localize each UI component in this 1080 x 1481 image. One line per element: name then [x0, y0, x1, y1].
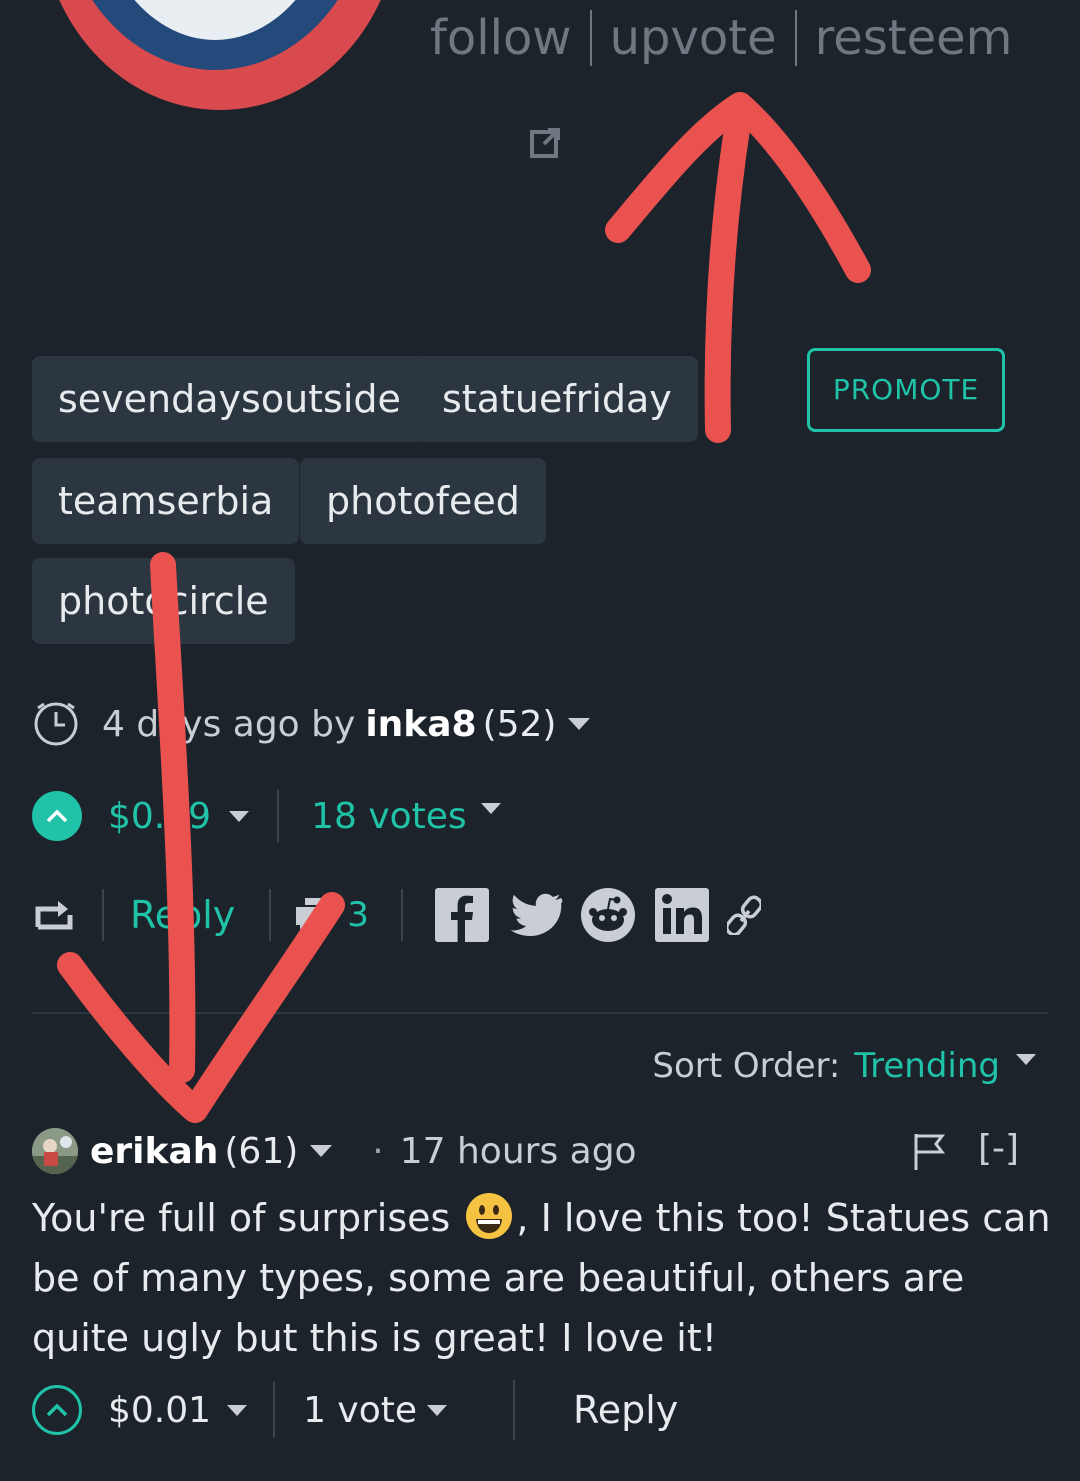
separator-dot: · [372, 1130, 384, 1172]
divider [269, 889, 272, 941]
grinning-emoji-icon [466, 1193, 513, 1239]
copy-link-icon[interactable] [726, 895, 761, 935]
link-separator [589, 10, 592, 66]
section-divider [32, 1012, 1048, 1014]
comment-author[interactable]: erikah [90, 1131, 218, 1172]
comment-body: You're full of surprises , I love this t… [32, 1188, 1052, 1368]
comment-author-dropdown-icon[interactable] [310, 1145, 333, 1157]
comment-payout-dropdown-icon[interactable] [227, 1404, 248, 1416]
author-dropdown-icon[interactable] [568, 718, 591, 730]
post-meta: 4 days ago by inka8 (52) [32, 700, 591, 748]
linkedin-share-icon[interactable] [654, 888, 709, 942]
comment-time: 17 hours ago [399, 1130, 637, 1172]
post-time: 4 days ago by [102, 703, 356, 745]
facebook-share-icon[interactable] [434, 888, 489, 942]
flag-icon[interactable] [912, 1132, 946, 1172]
chevron-up-icon [46, 809, 68, 823]
post-reply-link[interactable]: Reply [130, 893, 235, 937]
collapse-comment-button[interactable]: [-] [978, 1128, 1019, 1169]
tag-photofeed[interactable]: photofeed [300, 458, 546, 544]
post-payout-amount[interactable]: $0.09 [108, 796, 211, 837]
twitter-share-icon[interactable] [509, 892, 563, 938]
comments-icon[interactable] [291, 894, 339, 936]
comment-votes-dropdown-icon[interactable] [427, 1404, 448, 1416]
author-reputation: (52) [482, 703, 557, 745]
sort-dropdown-icon[interactable] [1016, 1053, 1036, 1065]
tag-sevendaysoutside[interactable]: sevendaysoutside [32, 356, 427, 442]
divider [102, 889, 104, 941]
post-top-links: follow upvote resteem [430, 10, 1012, 66]
sort-order-value[interactable]: Trending [854, 1046, 1000, 1086]
divider [273, 1382, 276, 1438]
comments-count[interactable]: 3 [347, 895, 369, 935]
post-votes-count[interactable]: 18 votes [311, 796, 467, 837]
comment-footer: $0.01 1 vote Reply [32, 1380, 678, 1440]
tag-photocircle[interactable]: photocircle [32, 558, 295, 644]
post-author[interactable]: inka8 [365, 704, 476, 745]
resteem-link[interactable]: resteem [815, 10, 1013, 66]
divider [513, 1380, 516, 1440]
comment-votes-count[interactable]: 1 vote [303, 1390, 417, 1431]
comment-author-reputation: (61) [224, 1130, 299, 1172]
avatar[interactable] [32, 1128, 78, 1174]
votes-dropdown-icon[interactable] [480, 802, 501, 814]
reddit-share-icon[interactable] [580, 888, 635, 942]
sort-order: Sort Order: Trending [652, 1046, 1036, 1086]
annotation-arrow-up-shaft [704, 97, 753, 443]
upvote-button[interactable] [32, 791, 82, 841]
upvote-link[interactable]: upvote [610, 10, 777, 66]
clock-icon [34, 702, 78, 746]
chevron-up-icon [46, 1403, 68, 1417]
follow-link[interactable]: follow [430, 10, 572, 66]
annotation-arrow-up-head [605, 92, 871, 283]
comment-header: erikah (61) · 17 hours ago [-] [32, 1128, 1032, 1174]
tag-statuefriday[interactable]: statuefriday [416, 356, 698, 442]
comment-reply-link[interactable]: Reply [573, 1388, 678, 1432]
divider [277, 790, 280, 842]
external-link-icon[interactable] [530, 126, 562, 158]
divider [400, 889, 403, 941]
resteem-icon[interactable] [32, 897, 76, 933]
post-actions-row: Reply 3 [32, 880, 761, 950]
comment-text-start: You're full of surprises [32, 1196, 463, 1240]
link-separator [794, 10, 797, 66]
tag-teamserbia[interactable]: teamserbia [32, 458, 300, 544]
payout-dropdown-icon[interactable] [229, 810, 250, 822]
sort-order-label: Sort Order: [652, 1046, 841, 1086]
comment-payout-amount[interactable]: $0.01 [108, 1390, 211, 1431]
post-payout-row: $0.09 18 votes [32, 790, 501, 842]
comment-upvote-button[interactable] [32, 1385, 82, 1435]
promote-button[interactable]: PROMOTE [807, 348, 1005, 432]
